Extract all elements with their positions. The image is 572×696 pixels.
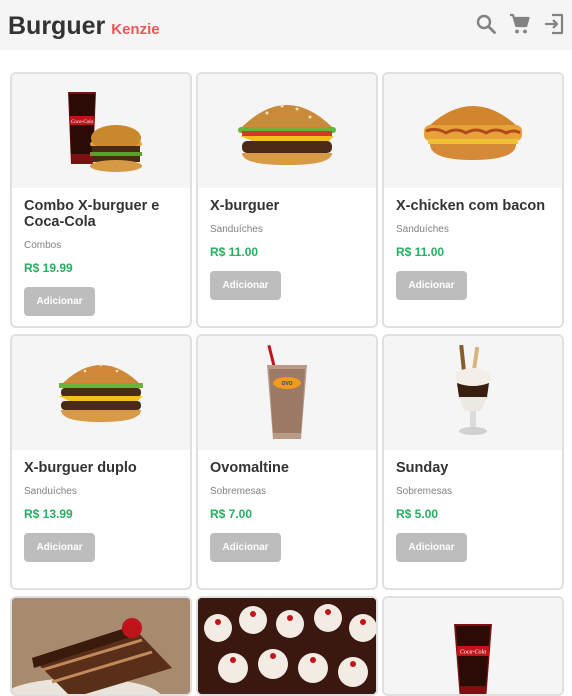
product-category: Sanduíches	[396, 224, 449, 235]
add-to-cart-button[interactable]: Adicionar	[24, 533, 95, 562]
burger-image	[198, 74, 376, 188]
header-actions	[474, 12, 566, 36]
product-name: X-burguer	[210, 198, 280, 214]
product-price: R$ 7.00	[210, 507, 253, 521]
cart-icon[interactable]	[508, 12, 532, 36]
add-to-cart-button[interactable]: Adicionar	[396, 533, 467, 562]
product-list: Coca-Cola Combo X-burguer e Coca-Cola Co…	[10, 72, 566, 696]
product-card: X-chicken com bacon Sanduíches R$ 11.00 …	[382, 72, 564, 328]
svg-text:OVO: OVO	[281, 381, 292, 387]
product-name: X-chicken com bacon	[396, 198, 546, 214]
search-icon[interactable]	[474, 12, 498, 36]
product-card: Coca-Cola Combo X-burguer e Coca-Cola Co…	[10, 72, 192, 328]
product-card: X-burguer Sanduíches R$ 11.00 Adicionar	[196, 72, 378, 328]
cola-image: Coca-Cola	[384, 598, 562, 694]
product-price: R$ 5.00	[396, 507, 439, 521]
brand-title: Burguer	[8, 12, 106, 40]
svg-text:Coca-Cola: Coca-Cola	[71, 120, 93, 125]
product-price: R$ 11.00	[210, 245, 259, 259]
product-category: Sanduíches	[210, 224, 263, 235]
product-card: OVO Ovomaltine Sobremesas R$ 7.00 Adicio…	[196, 334, 378, 590]
brand-logo[interactable]: Burguer Kenzie	[8, 12, 160, 41]
product-category: Sanduíches	[24, 486, 77, 497]
product-card	[196, 596, 378, 696]
sundae-image	[384, 336, 562, 450]
cupcakes-image	[198, 598, 376, 694]
cake-image	[12, 598, 190, 694]
product-category: Combos	[24, 240, 62, 251]
combo-image: Coca-Cola	[12, 74, 190, 188]
add-to-cart-button[interactable]: Adicionar	[24, 287, 95, 316]
logout-icon[interactable]	[542, 12, 566, 36]
product-card: X-burguer duplo Sanduíches R$ 13.99 Adic…	[10, 334, 192, 590]
brand-subtitle: Kenzie	[111, 21, 160, 38]
product-card: Coca-Cola	[382, 596, 564, 696]
double-burger-image	[12, 336, 190, 450]
product-name: Ovomaltine	[210, 460, 289, 476]
product-category: Sobremesas	[210, 486, 267, 497]
product-card: Sunday Sobremesas R$ 5.00 Adicionar	[382, 334, 564, 590]
product-card	[10, 596, 192, 696]
product-name: Combo X-burguer e Coca-Cola	[24, 198, 160, 230]
chicken-burger-image	[384, 74, 562, 188]
milkshake-image: OVO	[198, 336, 376, 450]
product-price: R$ 13.99	[24, 507, 73, 521]
add-to-cart-button[interactable]: Adicionar	[396, 271, 467, 300]
product-price: R$ 11.00	[396, 245, 445, 259]
add-to-cart-button[interactable]: Adicionar	[210, 271, 281, 300]
product-name: X-burguer duplo	[24, 460, 137, 476]
product-category: Sobremesas	[396, 486, 453, 497]
product-price: R$ 19.99	[24, 261, 73, 275]
svg-text:Coca-Cola: Coca-Cola	[460, 650, 486, 656]
add-to-cart-button[interactable]: Adicionar	[210, 533, 281, 562]
product-name: Sunday	[396, 460, 449, 476]
header: Burguer Kenzie	[0, 0, 572, 50]
